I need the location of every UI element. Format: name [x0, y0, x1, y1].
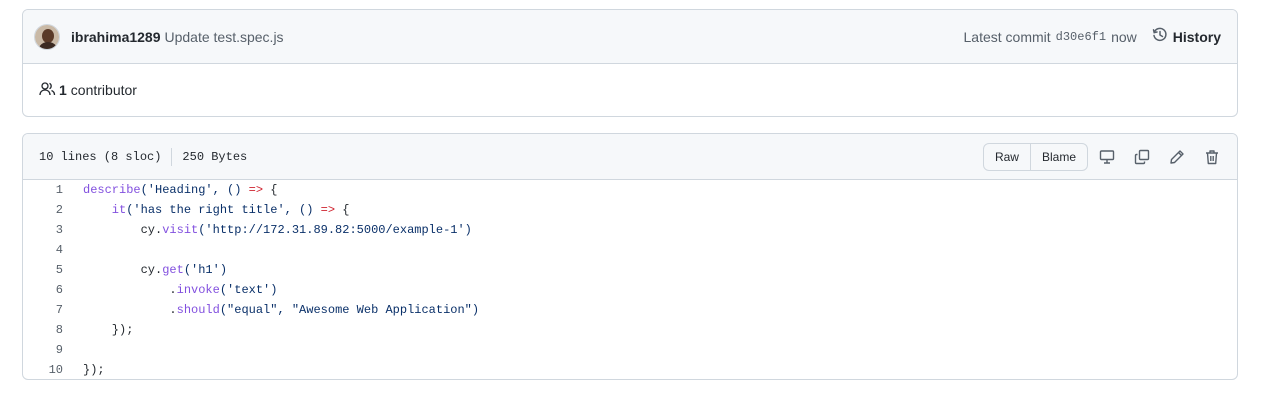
code-line: 1 describe('Heading', () => { [23, 180, 1237, 200]
code-token: invoke [176, 283, 220, 297]
people-icon [39, 81, 56, 100]
line-content: }); [63, 363, 105, 377]
code-token: cy. [83, 223, 163, 237]
trash-icon[interactable] [1203, 148, 1221, 166]
line-content: describe('Heading', () => { [63, 183, 277, 197]
history-label: History [1172, 28, 1221, 45]
line-content: cy.visit('http://172.31.89.82:5000/examp… [63, 223, 472, 237]
commit-time: now [1111, 28, 1137, 45]
file-box: 10 lines (8 sloc) 250 Bytes Raw Blame 1 … [22, 133, 1238, 380]
commit-message-link[interactable]: Update test.spec.js [165, 29, 284, 45]
line-content: cy.get('h1') [63, 263, 227, 277]
pencil-icon[interactable] [1168, 148, 1186, 166]
code-token: describe [83, 183, 141, 197]
line-number[interactable]: 10 [23, 363, 63, 377]
commit-header: ibrahima1289 Update test.spec.js Latest … [23, 10, 1237, 64]
code-token: . [83, 303, 177, 317]
code-view: 1 describe('Heading', () => {2 it('has th… [23, 180, 1237, 379]
code-line: 10}); [23, 360, 1237, 379]
avatar[interactable] [34, 23, 60, 50]
line-content: .should("equal", "Awesome Web Applicatio… [63, 303, 479, 317]
code-line: 7 .should("equal", "Awesome Web Applicat… [23, 300, 1237, 320]
line-number[interactable]: 3 [23, 223, 63, 237]
code-token: . [83, 283, 177, 297]
copy-icon[interactable] [1133, 148, 1151, 166]
history-button[interactable]: History [1152, 27, 1221, 46]
line-count: 10 lines (8 sloc) [39, 149, 162, 164]
line-number[interactable]: 9 [23, 343, 63, 357]
line-content: .invoke('text') [63, 283, 277, 297]
code-line: 4 [23, 240, 1237, 260]
history-icon [1152, 27, 1168, 46]
commit-meta: Latest commit d30e6f1 now History [964, 27, 1221, 46]
code-token: { [263, 183, 278, 197]
code-token: get [162, 263, 184, 277]
code-line: 9 [23, 340, 1237, 360]
code-line: 3 cy.visit('http://172.31.89.82:5000/exa… [23, 220, 1237, 240]
code-token: visit [162, 223, 199, 237]
line-number[interactable]: 6 [23, 283, 63, 297]
file-size: 250 Bytes [182, 149, 248, 164]
code-token: ('text') [219, 283, 278, 297]
code-token: ("equal", "Awesome Web Application") [219, 303, 480, 317]
code-token: should [176, 303, 220, 317]
display-icon[interactable] [1098, 148, 1116, 166]
line-number[interactable]: 7 [23, 303, 63, 317]
line-number[interactable]: 4 [23, 243, 63, 257]
commit-box: ibrahima1289 Update test.spec.js Latest … [22, 9, 1238, 117]
code-line: 8 }); [23, 320, 1237, 340]
divider [171, 147, 173, 166]
contributors-row[interactable]: 1 contributor [23, 64, 1237, 116]
line-content: it('has the right title', () => { [63, 203, 350, 217]
code-line: 5 cy.get('h1') [23, 260, 1237, 280]
line-content: }); [63, 323, 134, 337]
contributor-count: 1 [59, 82, 67, 98]
code-token: { [335, 203, 350, 217]
code-token: }); [83, 363, 105, 377]
code-line: 6 .invoke('text') [23, 280, 1237, 300]
line-number[interactable]: 1 [23, 183, 63, 197]
file-header: 10 lines (8 sloc) 250 Bytes Raw Blame [23, 134, 1237, 180]
code-token: ('has the right title', () [126, 203, 321, 217]
code-token: it [83, 203, 127, 217]
code-token: => [320, 203, 336, 217]
code-line: 2 it('has the right title', () => { [23, 200, 1237, 220]
code-token: => [248, 183, 264, 197]
code-token: ('h1') [183, 263, 228, 277]
latest-commit-label: Latest commit [963, 28, 1051, 45]
line-number[interactable]: 5 [23, 263, 63, 277]
commit-sha-link[interactable]: d30e6f1 [1056, 30, 1106, 44]
contributor-label: contributor [70, 82, 137, 98]
blame-button[interactable]: Blame [1029, 143, 1087, 170]
line-number[interactable]: 8 [23, 323, 63, 337]
code-token: ('Heading', () [140, 183, 249, 197]
code-token: cy. [83, 263, 163, 277]
code-token: ('http://172.31.89.82:5000/example-1') [198, 223, 472, 237]
code-token: }); [83, 323, 134, 337]
file-actions: Raw Blame [982, 142, 1221, 171]
file-icon-buttons [1098, 148, 1221, 166]
raw-button[interactable]: Raw [984, 144, 1030, 170]
file-info: 10 lines (8 sloc) 250 Bytes [39, 147, 248, 166]
commit-author-link[interactable]: ibrahima1289 [71, 29, 161, 45]
raw-blame-group: Raw Blame [982, 142, 1088, 171]
line-number[interactable]: 2 [23, 203, 63, 217]
